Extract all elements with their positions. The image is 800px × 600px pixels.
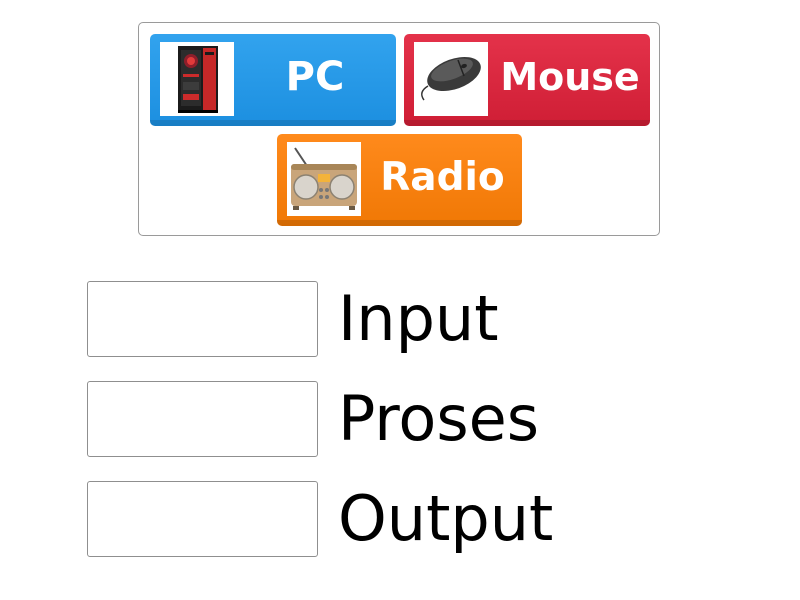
card-radio[interactable]: Radio (277, 134, 522, 226)
card-pc[interactable]: PC (150, 34, 396, 126)
gaming-pc-tower-icon (160, 42, 234, 116)
card-mouse[interactable]: Mouse (404, 34, 650, 126)
drop-slot-proses[interactable] (87, 381, 318, 457)
radio-icon (287, 142, 361, 216)
target-label-input: Input (338, 282, 499, 355)
target-label-proses: Proses (338, 382, 540, 455)
card-pc-label: PC (285, 54, 345, 100)
drop-slot-input[interactable] (87, 281, 318, 357)
group-sort-activity: PC Mouse Radio Input Proses Output (0, 0, 800, 600)
card-radio-label: Radio (380, 154, 505, 200)
target-label-output: Output (338, 482, 554, 555)
card-mouse-label: Mouse (500, 55, 640, 99)
computer-mouse-icon (414, 42, 488, 116)
drop-slot-output[interactable] (87, 481, 318, 557)
